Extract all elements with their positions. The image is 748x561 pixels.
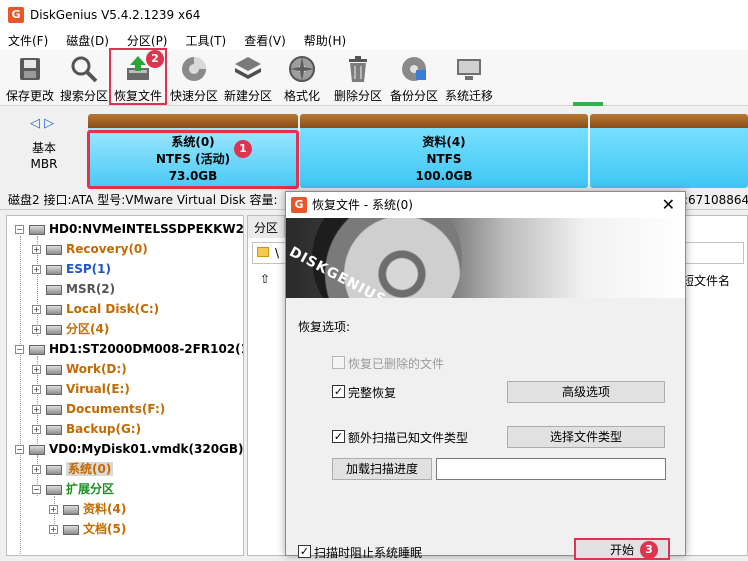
step-badge-3: 3 (640, 541, 658, 559)
prevent-sleep-checkbox[interactable]: ✓ (298, 545, 311, 558)
tree-node-hd1[interactable]: −HD1:ST2000DM008-2FR102(1863 (15, 339, 243, 359)
advanced-options-button[interactable]: 高级选项 (507, 381, 665, 403)
partition-icon (46, 424, 62, 435)
tree-node-work-d[interactable]: + Work(D:) (32, 359, 127, 379)
quick-partition-button[interactable]: 快速分区 (166, 52, 222, 104)
disk-type-label: 基本 MBR (30, 141, 58, 171)
tree-node-recovery[interactable]: + Recovery(0) (32, 239, 148, 259)
partition-icon (46, 384, 62, 395)
save-changes-button[interactable]: 保存更改 (2, 52, 58, 104)
tree-node-local-disk-c[interactable]: + Local Disk(C:) (32, 299, 159, 319)
full-recovery-checkbox[interactable]: ✓ (332, 385, 345, 398)
partition-icon (46, 324, 62, 335)
tab-partition[interactable]: 分区 (248, 216, 286, 238)
menu-bar: 文件(F) 磁盘(D) 分区(P) 工具(T) 查看(V) 帮助(H) (0, 30, 748, 50)
folder-icon (257, 247, 269, 257)
extra-scan-label: 额外扫描已知文件类型 (348, 431, 469, 445)
disk-icon (29, 224, 45, 235)
dialog-title-bar: G 恢复文件 - 系统(0) ✕ (286, 192, 685, 218)
partition-fs: NTFS (426, 152, 462, 166)
new-partition-icon (235, 57, 261, 79)
tree-node-virual-e[interactable]: + Virual(E:) (32, 379, 130, 399)
partition-selection-outline (87, 130, 299, 189)
tree-node-documents-f[interactable]: + Documents(F:) (32, 399, 165, 419)
tree-node-docs-5[interactable]: + 文档(5) (49, 519, 126, 539)
tree-node-data-4[interactable]: + 资料(4) (49, 499, 126, 519)
tree-node-extended[interactable]: − 扩展分区 (32, 479, 114, 499)
column-short-name[interactable]: 短文件名 (682, 272, 730, 289)
extra-scan-checkbox[interactable]: ✓ (332, 430, 345, 443)
recover-files-dialog: G 恢复文件 - 系统(0) ✕ DISKGENIUS 恢复选项: 恢复已删除的… (285, 191, 686, 560)
next-disk-icon[interactable]: ▷ (44, 116, 54, 131)
backup-icon (402, 57, 426, 81)
title-bar: G DiskGenius V5.4.2.1239 x64 (0, 0, 748, 30)
partition-size: 100.0GB (415, 169, 473, 183)
prev-disk-icon[interactable]: ◁ (30, 116, 40, 131)
full-recovery-label: 完整恢复 (348, 386, 397, 400)
app-logo-icon: G (8, 7, 24, 23)
partition-icon (46, 404, 62, 415)
partition-icon (46, 464, 62, 475)
tree-node-hd0[interactable]: − HD0:NVMeINTELSSDPEKKW25( (15, 219, 243, 239)
delete-partition-button[interactable]: 删除分区 (330, 52, 386, 104)
partition-icon (46, 364, 62, 375)
select-file-types-button[interactable]: 选择文件类型 (507, 426, 665, 448)
partition-icon (46, 244, 62, 255)
dialog-banner: DISKGENIUS (286, 218, 685, 298)
disk-icon (29, 344, 45, 355)
app-logo-icon: G (291, 197, 307, 213)
step-badge-2: 2 (146, 50, 164, 68)
partition-name: 资料(4) (422, 135, 466, 149)
recover-deleted-checkbox[interactable] (332, 356, 345, 369)
delete-icon (349, 56, 367, 82)
migrate-icon (457, 59, 481, 80)
tree-node-vd0[interactable]: − VD0:MyDisk01.vmdk(320GB) (15, 439, 243, 459)
partition-icon (63, 524, 79, 535)
partition-block-data[interactable]: 资料(4) NTFS 100.0GB (300, 114, 588, 188)
prevent-sleep-label: 扫描时阻止系统睡眠 (314, 546, 423, 560)
tree-node-msr[interactable]: MSR(2) (32, 279, 115, 299)
new-partition-button[interactable]: 新建分区 (220, 52, 276, 104)
system-migration-button[interactable]: 系统迁移 (441, 52, 497, 104)
disk-icon (29, 444, 45, 455)
partition-icon (46, 484, 62, 495)
hard-disk-image (312, 218, 462, 298)
partition-icon (46, 264, 62, 275)
disk-tree: − HD0:NVMeINTELSSDPEKKW25( + Recovery(0) +… (6, 215, 244, 556)
recover-deleted-label: 恢复已删除的文件 (348, 357, 445, 371)
scan-progress-path-input[interactable] (436, 458, 666, 480)
partition-icon (46, 304, 62, 315)
menu-disk[interactable]: 磁盘(D) (66, 32, 109, 49)
menu-tools[interactable]: 工具(T) (186, 32, 227, 49)
up-arrow-icon[interactable]: ⇧ (260, 272, 270, 286)
menu-view[interactable]: 查看(V) (244, 32, 286, 49)
options-title: 恢复选项: (298, 320, 351, 334)
disk-nav-arrows[interactable]: ◁ ▷ (30, 116, 54, 131)
partition-block-more[interactable] (590, 114, 748, 188)
partition-icon (63, 504, 79, 515)
tree-node-esp[interactable]: + ESP(1) (32, 259, 111, 279)
save-icon (20, 58, 40, 80)
quick-partition-icon (182, 57, 206, 81)
backup-partition-button[interactable]: 备份分区 (386, 52, 442, 104)
partition-icon (46, 284, 62, 295)
step-badge-1: 1 (234, 140, 252, 158)
window-title: DiskGenius V5.4.2.1239 x64 (30, 8, 201, 22)
menu-partition[interactable]: 分区(P) (127, 32, 168, 49)
format-button[interactable]: 格式化 (274, 52, 330, 104)
search-icon (71, 56, 98, 83)
disk-map: ◁ ▷ 基本 MBR 系统(0) NTFS (活动) 73.0GB 资料(4) … (0, 106, 748, 190)
search-partition-button[interactable]: 搜索分区 (56, 52, 112, 104)
format-icon (289, 56, 315, 82)
menu-help[interactable]: 帮助(H) (304, 32, 346, 49)
tree-node-backup-g[interactable]: + Backup(G:) (32, 419, 141, 439)
tree-node-system-0[interactable]: + 系统(0) (32, 459, 114, 479)
menu-file[interactable]: 文件(F) (8, 32, 48, 49)
tree-node-partition-4[interactable]: + 分区(4) (32, 319, 109, 339)
load-scan-progress-button[interactable]: 加载扫描进度 (332, 458, 432, 480)
close-icon[interactable]: ✕ (662, 195, 675, 215)
